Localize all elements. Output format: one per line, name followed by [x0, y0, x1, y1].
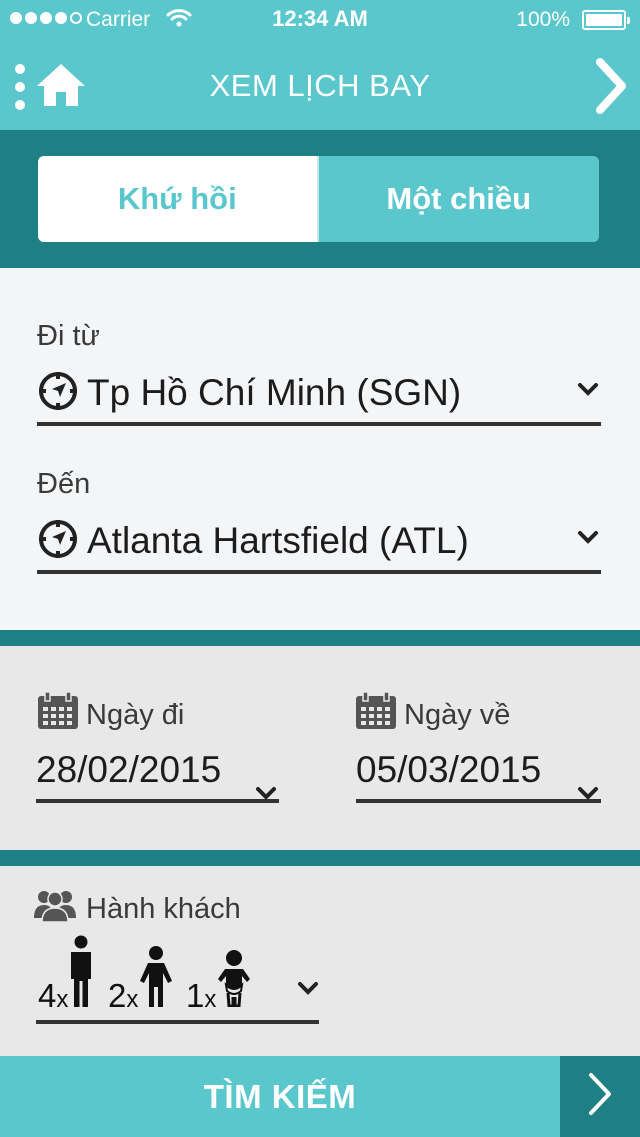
nav-bar: XEM LỊCH BAY: [0, 40, 640, 130]
calendar-icon: [354, 691, 398, 739]
child-count: 2 x: [108, 945, 173, 1012]
depart-label-text: Ngày đi: [86, 698, 185, 731]
tab-round-trip[interactable]: Khứ hồi: [38, 156, 319, 242]
return-date-field[interactable]: 05/03/2015: [356, 749, 601, 803]
from-value: Tp Hồ Chí Minh (SGN): [87, 372, 462, 413]
child-icon: [139, 945, 173, 1012]
battery-icon: [582, 10, 630, 30]
multiplier: x: [204, 986, 217, 1013]
search-button[interactable]: TÌM KIẾM: [0, 1056, 560, 1137]
chevron-right-icon: [587, 1072, 613, 1121]
chevron-down-icon: [577, 767, 599, 809]
passengers-label-text: Hành khách: [86, 892, 241, 925]
infant-count-value: 1: [186, 977, 205, 1014]
return-label-text: Ngày về: [404, 698, 511, 731]
status-bar: Carrier 12:34 AM 100%: [0, 0, 640, 40]
divider: [0, 850, 640, 866]
to-label: Đến: [37, 468, 91, 500]
chevron-down-icon: [297, 981, 319, 1000]
adult-count: 4 x: [38, 935, 93, 1012]
return-label: Ngày về: [354, 691, 510, 739]
adult-count-value: 4: [38, 977, 57, 1014]
depart-date-field[interactable]: 28/02/2015: [36, 749, 279, 803]
search-arrow-button[interactable]: [560, 1056, 640, 1137]
dates-section: Ngày đi 28/02/2015 Ngày về 05/03/2015: [0, 646, 640, 850]
people-icon: [34, 888, 76, 930]
chevron-down-icon: [577, 382, 599, 401]
to-field[interactable]: Atlanta Hartsfield (ATL): [37, 512, 601, 574]
compass-icon: [37, 518, 79, 565]
route-section: Đi từ Tp Hồ Chí Minh (SGN) Đến Atlanta H…: [0, 268, 640, 630]
child-count-value: 2: [108, 977, 127, 1014]
adult-icon: [69, 935, 93, 1012]
passengers-field[interactable]: 4 x 2 x 1 x: [36, 934, 319, 1024]
search-bar: TÌM KIẾM: [0, 1056, 640, 1137]
return-date-value: 05/03/2015: [356, 749, 542, 790]
tab-one-way[interactable]: Một chiều: [318, 156, 599, 242]
from-field[interactable]: Tp Hồ Chí Minh (SGN): [37, 364, 601, 426]
chevron-down-icon: [255, 767, 277, 809]
from-label: Đi từ: [37, 320, 100, 352]
divider: [0, 630, 640, 646]
chevron-down-icon: [577, 530, 599, 549]
passengers-section: Hành khách 4 x 2 x 1 x: [0, 866, 640, 1056]
chevron-right-icon[interactable]: [594, 58, 628, 119]
depart-label: Ngày đi: [36, 691, 184, 739]
battery-percent: 100%: [516, 8, 570, 31]
calendar-icon: [36, 691, 80, 739]
infant-count: 1 x: [186, 949, 251, 1012]
trip-type-toggle: Khứ hồi Một chiều: [38, 156, 599, 242]
to-value: Atlanta Hartsfield (ATL): [87, 520, 469, 561]
passengers-label: Hành khách: [34, 888, 241, 930]
page-title: XEM LỊCH BAY: [209, 68, 431, 103]
multiplier: x: [56, 986, 69, 1013]
multiplier: x: [126, 986, 139, 1013]
depart-date-value: 28/02/2015: [36, 749, 222, 790]
infant-icon: [217, 949, 251, 1012]
compass-icon: [37, 370, 79, 417]
trip-type-section: Khứ hồi Một chiều: [0, 130, 640, 268]
